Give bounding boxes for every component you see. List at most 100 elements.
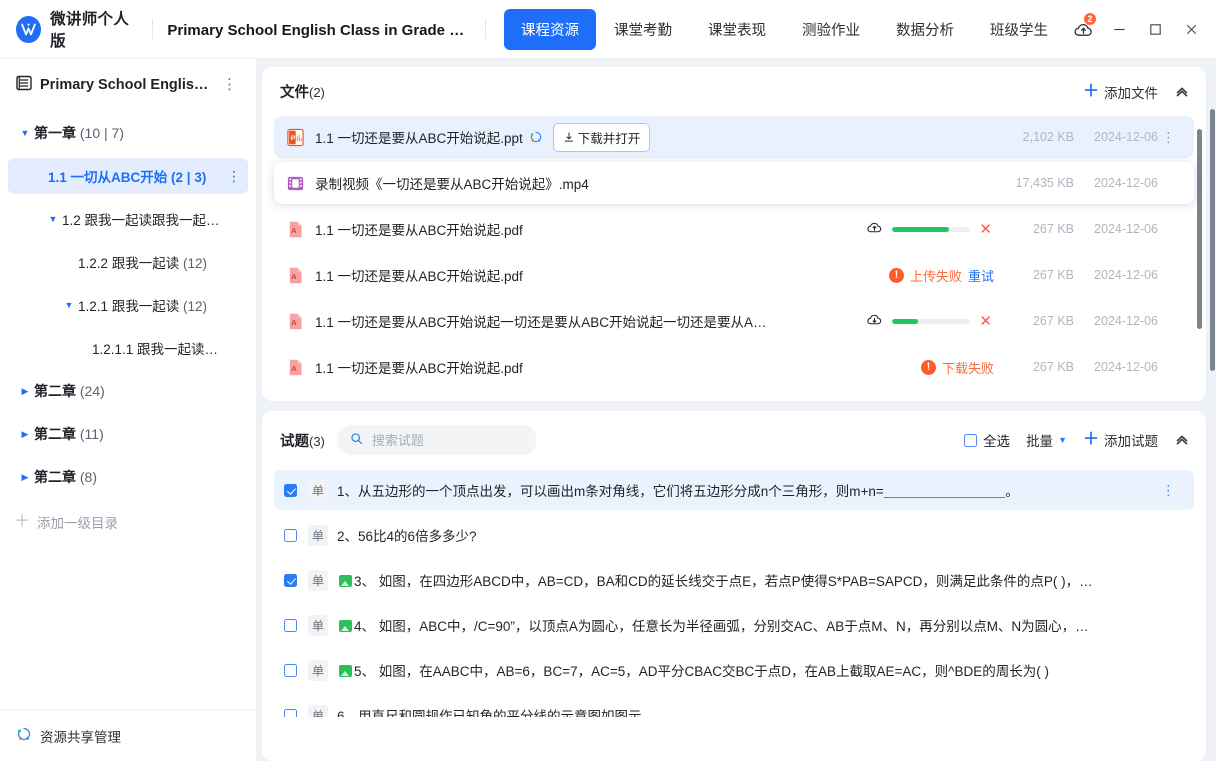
cloud-download-icon	[866, 311, 883, 331]
question-type-badge: 单	[308, 480, 328, 501]
tree-node-more[interactable]: ⋮	[227, 168, 242, 185]
download-progress: ✕	[866, 311, 992, 331]
tree-node-chapter-1[interactable]: ▼ 第一章 (10 | 7) ⋮	[8, 115, 248, 151]
caret-right-icon[interactable]: ▶	[16, 386, 34, 397]
sidebar-header: Primary School English … ⋮	[0, 59, 256, 106]
nav-item-course-resources[interactable]: 课程资源	[504, 9, 596, 50]
select-all-toggle[interactable]: 全选	[964, 430, 1010, 450]
file-row[interactable]: P 1.1 一切还是要从ABC开始说起.ppt	[274, 116, 1194, 158]
error-icon: !	[921, 360, 936, 375]
add-root-chapter-button[interactable]: ＋ 添加一级目录	[0, 502, 256, 532]
file-row[interactable]: A 1.1 一切还是要从ABC开始说起.pdf ! 下载失败 267 KB 20…	[274, 346, 1194, 388]
notification-badge: 2	[1083, 12, 1097, 26]
tree-node-label: 1.2.1.1 跟我一起读ABCD开…	[92, 338, 227, 358]
caret-down-icon[interactable]: ▼	[60, 300, 78, 310]
cancel-download-button[interactable]: ✕	[979, 314, 992, 329]
question-checkbox[interactable]	[284, 574, 297, 587]
retry-button[interactable]: 重试	[968, 266, 994, 285]
download-and-open-button[interactable]: 下载并打开	[553, 123, 651, 152]
select-all-label: 全选	[983, 430, 1010, 450]
question-checkbox[interactable]	[284, 619, 297, 632]
file-size: 2,102 KB	[1006, 130, 1074, 144]
question-list[interactable]: 单 1、从五边形的一个顶点出发，可以画出m条对角线，它们将五边形分成n个三角形，…	[262, 465, 1206, 717]
cloud-upload-icon	[866, 219, 883, 239]
nav-item-data-analysis[interactable]: 数据分析	[878, 11, 972, 48]
caret-right-icon[interactable]: ▶	[16, 472, 34, 483]
close-button[interactable]	[1174, 12, 1208, 46]
file-row[interactable]: A 1.1 一切还是要从ABC开始说起.pdf	[274, 208, 1194, 250]
svg-text:A: A	[291, 363, 297, 372]
minimize-button[interactable]	[1102, 12, 1136, 46]
question-checkbox[interactable]	[284, 709, 297, 718]
resource-share-management-button[interactable]: 资源共享管理	[0, 709, 256, 761]
question-search[interactable]	[337, 425, 537, 455]
status-text: 下载失败	[942, 358, 994, 377]
add-file-button[interactable]: ＋ 添加文件	[1083, 82, 1158, 102]
file-name: 1.1 一切还是要从ABC开始说起.pdf	[315, 357, 523, 377]
question-row[interactable]: 单 5、 如图，在AABC中，AB=6，BC=7，AC=5，AD平分CBAC交B…	[274, 650, 1194, 690]
batch-dropdown[interactable]: 批量 ▼	[1026, 430, 1067, 450]
chevron-down-icon: ▼	[1058, 435, 1067, 445]
tree-node-1-2[interactable]: ▼ 1.2 跟我一起读跟我一起读跟我… ⋮	[8, 201, 248, 237]
add-root-chapter-label: 添加一级目录	[37, 512, 118, 532]
tree-node-1-2-1[interactable]: ▼ 1.2.1 跟我一起读 (12) ⋮	[8, 287, 248, 323]
file-row[interactable]: A 1.1 一切还是要从ABC开始说起一切还是要从ABC开始说起一切还是要从A…	[274, 300, 1194, 342]
nav-item-performance[interactable]: 课堂表现	[690, 11, 784, 48]
file-size: 17,435 KB	[1006, 176, 1074, 190]
tree-node-label: 第二章 (24)	[34, 381, 227, 401]
nav-item-quiz-homework[interactable]: 测验作业	[784, 11, 878, 48]
search-input[interactable]	[370, 432, 524, 449]
select-all-checkbox[interactable]	[964, 434, 977, 447]
tree-node-1-2-2[interactable]: ▸ 1.2.2 跟我一起读 (12) ⋮	[8, 244, 248, 280]
search-icon	[350, 432, 363, 448]
nav-item-attendance[interactable]: 课堂考勤	[596, 11, 690, 48]
file-row[interactable]: A 1.1 一切还是要从ABC开始说起.pdf ! 上传失败 重试 267 KB	[274, 254, 1194, 296]
tree-node-1-1[interactable]: ▸ 1.1 一切从ABC开始 (2 | 3) ⋮	[8, 158, 248, 194]
nav-item-class-students[interactable]: 班级学生	[972, 11, 1066, 48]
question-more-button[interactable]: ⋮	[1158, 482, 1180, 499]
main-content: 文件(2) ＋ 添加文件	[256, 59, 1216, 761]
file-date: 2024-12-06	[1074, 314, 1158, 328]
add-question-button[interactable]: ＋ 添加试题	[1083, 430, 1158, 450]
caret-right-icon[interactable]: ▶	[16, 429, 34, 440]
main-scrollbar[interactable]	[1210, 109, 1215, 371]
pdf-file-icon: A	[284, 312, 306, 331]
cancel-upload-button[interactable]: ✕	[979, 222, 992, 237]
file-row[interactable]: 录制视频《一切还是要从ABC开始说起》.mp4 17,435 KB 2024-1…	[274, 162, 1194, 204]
upload-tasks-button[interactable]: 2	[1066, 12, 1100, 46]
tree-node-chapter-2-c[interactable]: ▶ 第二章 (8) ⋮	[8, 459, 248, 495]
tree-node-label: 1.1 一切从ABC开始 (2 | 3)	[48, 166, 227, 186]
tree-node-1-2-1-1[interactable]: ▸ 1.2.1.1 跟我一起读ABCD开… ⋮	[8, 330, 248, 366]
question-row[interactable]: 单 2、56比4的6倍多多少? ⋮	[274, 515, 1194, 555]
tree-node-chapter-2-a[interactable]: ▶ 第二章 (24) ⋮	[8, 373, 248, 409]
file-list[interactable]: P 1.1 一切还是要从ABC开始说起.ppt	[262, 112, 1206, 392]
file-more-button[interactable]: ⋮	[1158, 129, 1180, 146]
maximize-button[interactable]	[1138, 12, 1172, 46]
questions-collapse-button[interactable]	[1174, 432, 1190, 448]
sync-icon	[529, 130, 543, 144]
tree-node-label: 第二章 (8)	[34, 467, 227, 487]
caret-placeholder-icon: ▸	[30, 171, 48, 182]
question-checkbox[interactable]	[284, 664, 297, 677]
sidebar-more-button[interactable]: ⋮	[218, 75, 242, 94]
question-row[interactable]: 单 6、用直尺和圆规作已知角的平分线的示意图如图示 ⋮	[274, 695, 1194, 717]
tree-node-chapter-2-b[interactable]: ▶ 第二章 (11) ⋮	[8, 416, 248, 452]
caret-down-icon[interactable]: ▼	[16, 128, 34, 138]
files-collapse-button[interactable]	[1174, 84, 1190, 100]
questions-header: 试题(3) 全选	[262, 411, 1206, 465]
question-checkbox[interactable]	[284, 529, 297, 542]
question-row[interactable]: 单 3、 如图，在四边形ABCD中，AB=CD，BA和CD的延长线交于点E，若点…	[274, 560, 1194, 600]
caret-placeholder-icon: ▸	[60, 257, 78, 268]
question-row[interactable]: 单 1、从五边形的一个顶点出发，可以画出m条对角线，它们将五边形分成n个三角形，…	[274, 470, 1194, 510]
question-text: 6、用直尺和圆规作已知角的平分线的示意图如图示	[337, 705, 1158, 717]
file-date: 2024-12-06	[1074, 222, 1158, 236]
question-text: 2、56比4的6倍多多少?	[337, 525, 1158, 545]
question-checkbox[interactable]	[284, 484, 297, 497]
questions-actions: 全选 批量 ▼ ＋ 添加试题	[964, 430, 1190, 450]
batch-label: 批量	[1026, 430, 1053, 450]
caret-down-icon[interactable]: ▼	[44, 214, 62, 224]
window-controls: 2	[1066, 12, 1208, 46]
double-chevron-up-icon	[1174, 84, 1190, 100]
file-list-scrollbar[interactable]	[1197, 129, 1202, 329]
question-row[interactable]: 单 4、 如图，ABC中，/C=90”，以顶点A为圆心，任意长为半径画弧，分别交…	[274, 605, 1194, 645]
